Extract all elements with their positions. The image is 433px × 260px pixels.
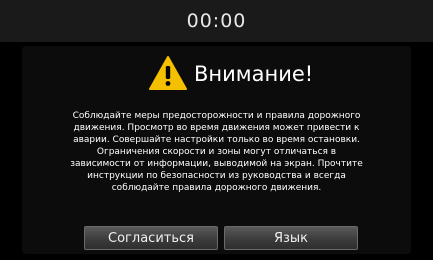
agree-button[interactable]: Согласиться bbox=[84, 226, 218, 250]
dialog-title: Внимание! bbox=[194, 62, 314, 86]
language-button[interactable]: Язык bbox=[224, 226, 358, 250]
screen: 00:00 Внимание! Соблюдайте меры предосто… bbox=[0, 0, 433, 260]
clock: 00:00 bbox=[186, 10, 247, 32]
warning-triangle-icon bbox=[149, 56, 187, 90]
dialog-message: Соблюдайте меры предосторожности и прави… bbox=[70, 111, 363, 193]
